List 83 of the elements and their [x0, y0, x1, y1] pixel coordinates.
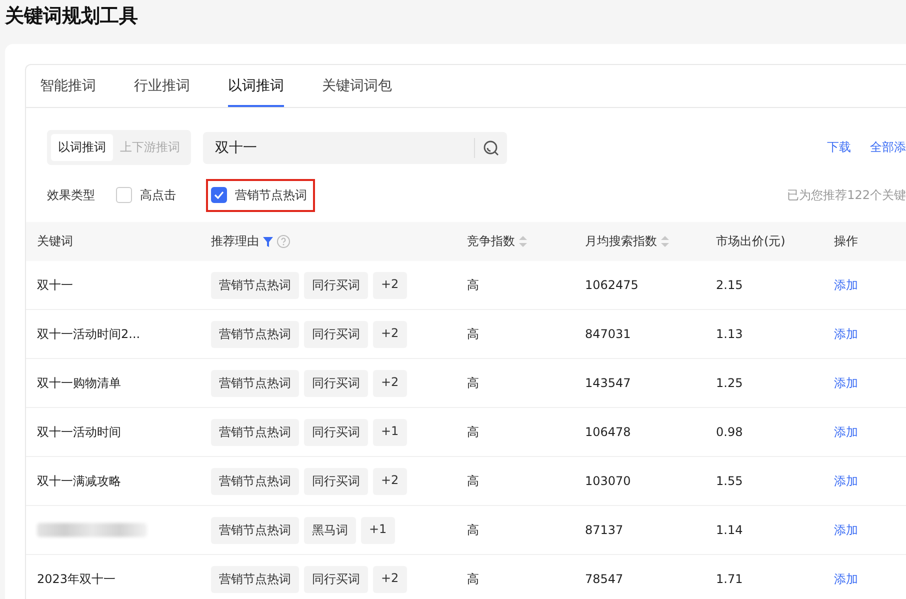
search-button[interactable] [475, 132, 507, 164]
column-header: 推荐理由 [211, 233, 259, 250]
search-icon [483, 140, 499, 156]
keyword-cell: 2023年双十一 [37, 572, 116, 586]
sort-icon[interactable] [661, 236, 669, 247]
column-header: 操作 [834, 233, 858, 250]
price-cell: 1.55 [716, 474, 743, 488]
search-index-cell: 1062475 [585, 278, 638, 292]
column-header: 关键词 [37, 233, 73, 250]
competition-cell: 高 [467, 572, 479, 586]
highlighted-option[interactable]: 营销节点热词 [206, 178, 315, 212]
checkbox[interactable] [116, 187, 132, 203]
keyword-cell: 双十一购物清单 [37, 376, 121, 390]
help-icon[interactable] [277, 235, 290, 248]
add-link[interactable]: 添加 [834, 374, 858, 392]
search-index-cell: 143547 [585, 376, 631, 390]
competition-cell: 高 [467, 424, 479, 438]
tab[interactable]: 关键词词包 [322, 65, 392, 107]
keyword-cell: 双十一活动时间2... [37, 326, 140, 340]
price-cell: 2.15 [716, 278, 743, 292]
reason-tag: 同行买词 [304, 370, 368, 396]
mode-option[interactable]: 以词推词 [51, 134, 113, 161]
checkbox[interactable] [211, 187, 227, 203]
tab[interactable]: 以词推词 [228, 65, 284, 107]
reason-tag: 营销节点热词 [211, 418, 299, 446]
reason-tag: +1 [373, 418, 407, 446]
competition-cell: 高 [467, 278, 479, 292]
search-index-cell: 847031 [585, 327, 631, 341]
reason-tag: 同行买词 [304, 418, 368, 446]
tab[interactable]: 行业推词 [134, 65, 190, 107]
add-link[interactable]: 添加 [834, 326, 858, 342]
price-cell: 1.71 [716, 572, 743, 586]
reason-tag: +2 [373, 272, 407, 298]
reason-tag: 同行买词 [304, 468, 368, 494]
column-header: 市场出价(元) [716, 233, 786, 250]
reason-tag: +1 [361, 516, 395, 544]
reason-tag: 营销节点热词 [211, 320, 299, 348]
reason-tag: 营销节点热词 [211, 566, 299, 592]
add-link[interactable]: 添加 [834, 570, 858, 588]
column-header[interactable]: 月均搜索指数 [585, 233, 657, 250]
column-header[interactable]: 竞争指数 [467, 233, 515, 250]
page-title: 关键词规划工具 [4, 4, 139, 29]
reason-tag: +2 [373, 320, 407, 348]
keyword-cell: 双十一活动时间 [37, 424, 121, 438]
filter-label: 效果类型 [47, 186, 95, 204]
reason-tag: +2 [373, 566, 407, 592]
check-icon [214, 191, 224, 199]
tab[interactable]: 智能推词 [40, 65, 96, 107]
reason-tag: 营销节点热词 [211, 516, 299, 544]
checkbox-option[interactable]: 高点击 [111, 178, 184, 212]
reason-tag: +2 [373, 370, 407, 396]
competition-cell: 高 [467, 522, 479, 536]
keyword-cell: 双十一 [37, 278, 73, 292]
add-link[interactable]: 添加 [834, 472, 858, 490]
reason-tag: 营销节点热词 [211, 370, 299, 396]
search-field[interactable]: 双十一 [203, 132, 474, 164]
action-link[interactable]: 全部添 [870, 139, 906, 156]
result-note: 已为您推荐122个关键 [787, 186, 906, 204]
price-cell: 1.13 [716, 327, 743, 341]
reason-tag: 黑马词 [304, 516, 356, 544]
search-index-cell: 106478 [585, 425, 631, 439]
reason-tag: 营销节点热词 [211, 272, 299, 298]
add-link[interactable]: 添加 [834, 276, 858, 294]
price-cell: 1.14 [716, 523, 743, 537]
add-link[interactable]: 添加 [834, 522, 858, 538]
reason-tag: 同行买词 [304, 566, 368, 592]
reason-tag: 营销节点热词 [211, 468, 299, 494]
filter-icon[interactable] [263, 236, 273, 246]
add-link[interactable]: 添加 [834, 424, 858, 440]
reason-tag: 同行买词 [304, 320, 368, 348]
keyword-cell: 双十一满减攻略 [37, 474, 121, 488]
action-link[interactable]: 下载 [827, 139, 851, 156]
sort-icon[interactable] [519, 236, 527, 247]
search-index-cell: 87137 [585, 523, 624, 537]
competition-cell: 高 [467, 474, 479, 488]
price-cell: 0.98 [716, 425, 743, 439]
competition-cell: 高 [467, 376, 479, 390]
search-index-cell: 103070 [585, 474, 631, 488]
reason-tag: +2 [373, 468, 407, 494]
price-cell: 1.25 [716, 376, 743, 390]
competition-cell: 高 [467, 326, 479, 340]
search-index-cell: 78547 [585, 572, 624, 586]
reason-tag: 同行买词 [304, 272, 368, 298]
